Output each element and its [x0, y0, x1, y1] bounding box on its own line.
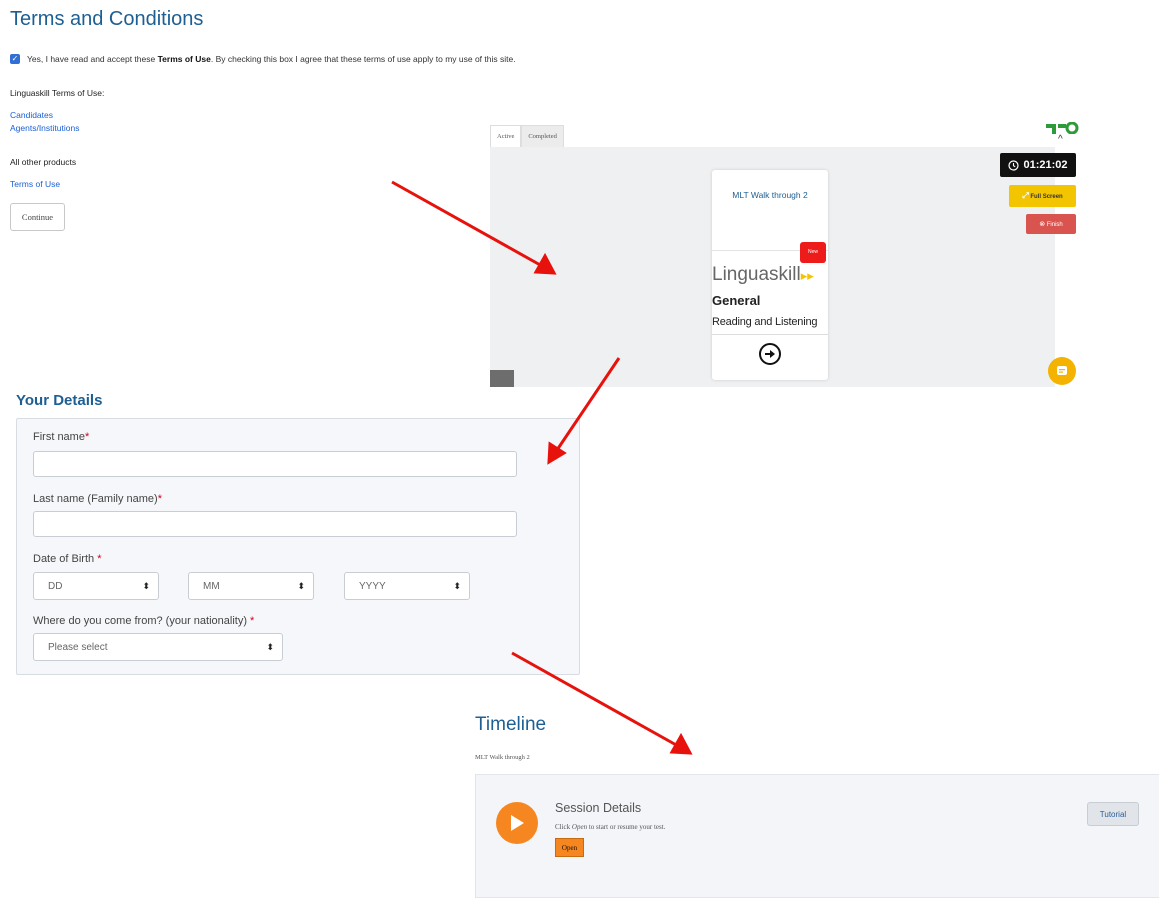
arrowhead-2 [547, 441, 567, 465]
annotation-arrows [391, 180, 693, 755]
arrow-2 [555, 357, 621, 451]
arrowhead-1 [533, 252, 557, 275]
arrow-3 [511, 651, 679, 748]
arrow-1 [391, 180, 543, 268]
arrowhead-3 [669, 732, 693, 755]
